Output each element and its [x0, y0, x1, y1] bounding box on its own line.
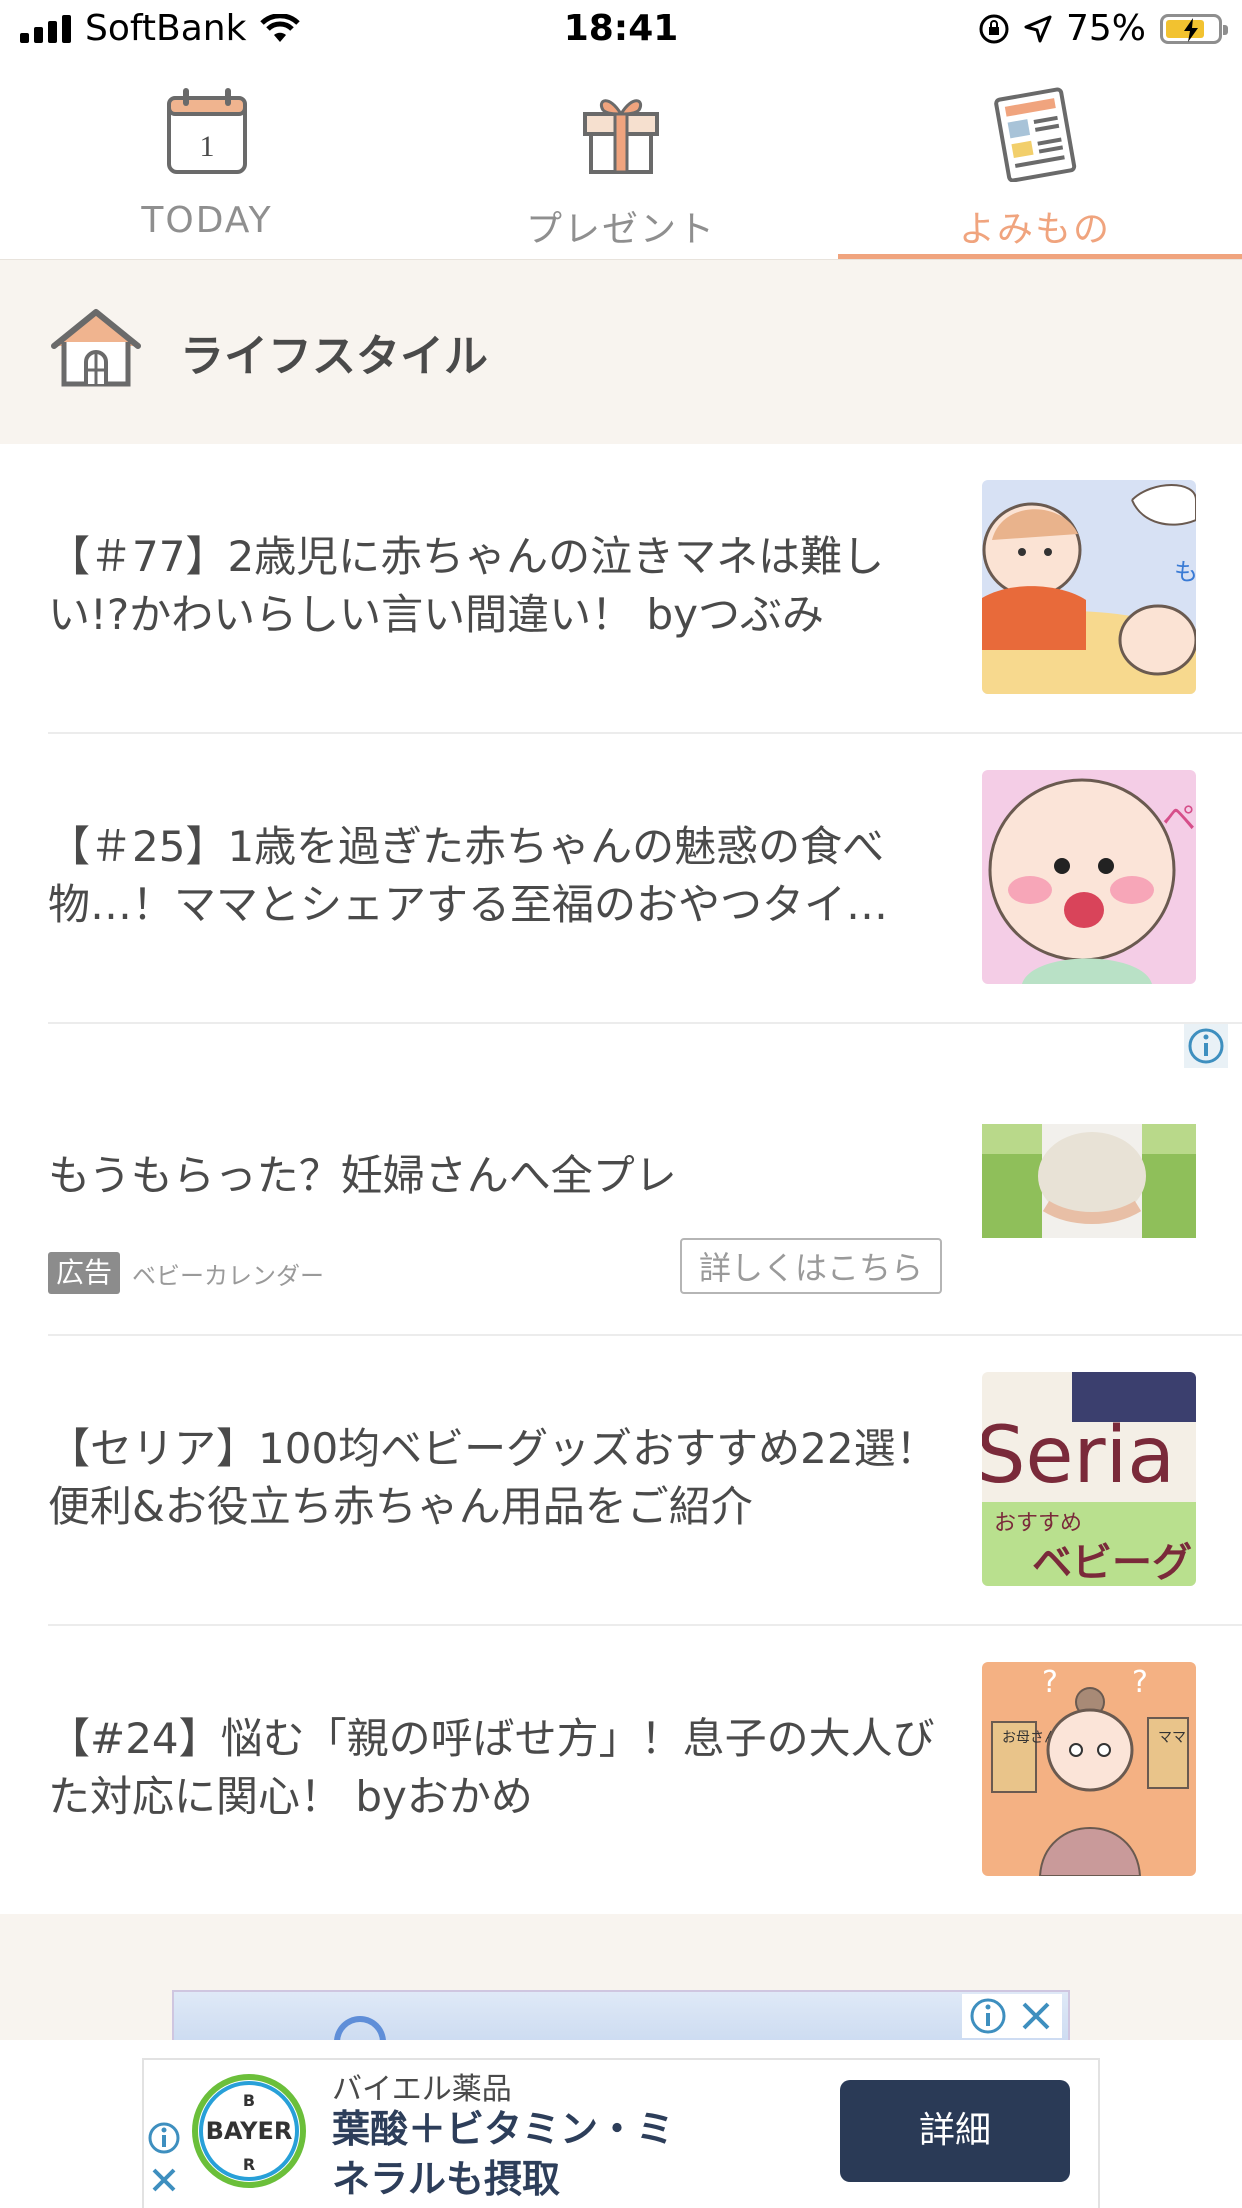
- svg-text:R: R: [243, 2155, 255, 2174]
- article-item[interactable]: 【セリア】100均ベビーグッズおすすめ22選！便利&お役立ち赤ちゃん用品をご紹介…: [0, 1336, 1242, 1626]
- article-item[interactable]: 【＃25】1歳を過ぎた赤ちゃんの魅惑の食べ物…！ママとシェアする至福のおやつタイ…: [0, 734, 1242, 1024]
- section-header: ライフスタイル: [0, 260, 1242, 444]
- calendar-icon: 1: [0, 86, 414, 182]
- close-icon[interactable]: [146, 2162, 182, 2198]
- sign-text-2: ママ: [1158, 1730, 1186, 1746]
- newspaper-icon: [828, 86, 1242, 182]
- bayer-logo: BAYER B R: [192, 2074, 306, 2188]
- tab-present-label: プレゼント: [525, 209, 716, 250]
- seria-subtext-2: ベビーグ: [1032, 1540, 1192, 1586]
- article-title: 【#24】悩む「親の呼ばせ方」！息子の大人びた対応に関心！ byおかめ: [48, 1714, 935, 1821]
- article-thumbnail: お母さん ママ ? ?: [982, 1662, 1196, 1876]
- svg-text:?: ?: [1042, 1665, 1058, 1700]
- seria-subtext: おすすめ: [994, 1511, 1082, 1536]
- ad-article[interactable]: もうもらった？妊婦さんへ全プレ 広告 ベビーカレンダー 詳しくはこちら: [0, 1024, 1242, 1336]
- svg-text:ペ: ペ: [1162, 799, 1196, 839]
- article-title: 【＃25】1歳を過ぎた赤ちゃんの魅惑の食べ物…！ママとシェアする至福のおやつタイ…: [48, 822, 889, 929]
- banner-controls: [962, 1994, 1062, 2038]
- battery-percent: 75%: [1065, 8, 1146, 49]
- tab-today-label: TODAY: [141, 200, 273, 241]
- calendar-day: 1: [200, 130, 215, 163]
- info-icon[interactable]: [146, 2120, 182, 2156]
- location-icon: [1024, 15, 1052, 42]
- info-icon[interactable]: [1184, 1024, 1228, 1068]
- status-right: 75%: [978, 8, 1228, 49]
- article-title: 【＃77】2歳児に赤ちゃんの泣きマネは難しい!?かわいらしい言い間違い！ byつ…: [48, 532, 885, 639]
- article-title: 【セリア】100均ベビーグッズおすすめ22選！便利&お役立ち赤ちゃん用品をご紹介: [48, 1424, 938, 1531]
- article-item[interactable]: 【#24】悩む「親の呼ばせ方」！息子の大人びた対応に関心！ byおかめ お母さん…: [0, 1626, 1242, 1916]
- ad-company: バイエル薬品: [332, 2072, 512, 2107]
- tab-bar: 1 TODAY プレゼント よみもの: [0, 62, 1242, 260]
- status-bar: SoftBank 18:41 75%: [0, 0, 1242, 62]
- section-title: ライフスタイル: [180, 331, 488, 382]
- bottom-ad-bar[interactable]: BAYER B R バイエル薬品 葉酸＋ビタミン・ミネラルも摂取 詳細: [0, 2040, 1242, 2208]
- svg-text:B: B: [243, 2091, 255, 2110]
- article-thumbnail: も: [982, 480, 1196, 694]
- article-thumbnail: Seria おすすめ ベビーグ: [982, 1372, 1196, 1586]
- tab-present[interactable]: プレゼント: [414, 62, 828, 260]
- close-icon[interactable]: [1016, 1996, 1056, 2036]
- orientation-lock-icon: [979, 14, 1009, 43]
- article-item[interactable]: 【＃77】2歳児に赤ちゃんの泣きマネは難しい!?かわいらしい言い間違い！ byつ…: [0, 444, 1242, 734]
- ad-cta-button[interactable]: 詳細: [840, 2080, 1070, 2182]
- article-thumbnail: ペ: [982, 770, 1196, 984]
- info-icon[interactable]: [968, 1996, 1008, 2036]
- tab-today[interactable]: 1 TODAY: [0, 62, 414, 260]
- battery-icon: [1160, 13, 1228, 44]
- ad-headline: 葉酸＋ビタミン・ミネラルも摂取: [332, 2107, 675, 2201]
- bayer-logo-text: BAYER: [206, 2117, 293, 2145]
- ad-sponsor: ベビーカレンダー: [132, 1262, 324, 1290]
- ad-thumbnail: [982, 1124, 1196, 1238]
- gift-icon: [414, 86, 828, 182]
- tab-reading[interactable]: よみもの: [828, 62, 1242, 260]
- ad-detail-button[interactable]: 詳しくはこちら: [680, 1238, 942, 1294]
- tab-reading-label: よみもの: [958, 209, 1111, 250]
- seria-text: Seria: [982, 1411, 1175, 1501]
- svg-text:?: ?: [1132, 1665, 1148, 1700]
- svg-text:も: も: [1174, 558, 1196, 586]
- house-icon: [51, 309, 141, 387]
- ad-title: もうもらった？妊婦さんへ全プレ: [48, 1151, 677, 1200]
- ad-badge: 広告: [48, 1252, 120, 1294]
